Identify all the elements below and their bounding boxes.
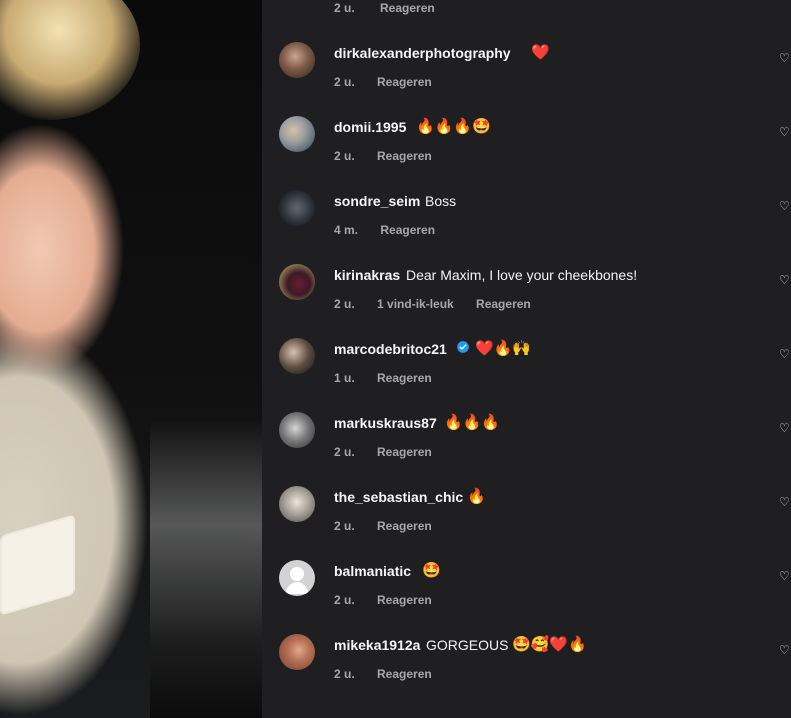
comment-reply[interactable]: Reageren — [377, 519, 432, 533]
comment-reply[interactable]: Reageren — [377, 593, 432, 607]
comment-username[interactable]: sondre_seim — [334, 193, 420, 209]
comment-username[interactable]: dirkalexanderphotography — [334, 45, 511, 61]
heart-outline-icon[interactable]: ♡ — [779, 126, 791, 138]
comment-reply[interactable]: Reageren — [377, 445, 432, 459]
comment-time: 1 u. — [334, 371, 355, 385]
comment-meta: 2 u. Reageren — [334, 593, 451, 607]
photo-background-boats — [150, 420, 262, 718]
comment-meta: 2 u. Reageren — [334, 519, 451, 533]
comment-emojis: ❤️🔥🙌 — [475, 340, 532, 357]
verified-badge-icon — [456, 340, 470, 357]
heart-outline-icon[interactable]: ♡ — [779, 496, 791, 508]
default-avatar-icon[interactable] — [279, 560, 315, 596]
heart-outline-icon[interactable]: ♡ — [779, 52, 791, 64]
comment-username[interactable]: balmaniatic — [334, 563, 411, 579]
comment-time: 2 u. — [334, 149, 355, 163]
comment-text: Boss — [425, 193, 457, 209]
comment-time: 2 u. — [334, 297, 355, 311]
comment-reply[interactable]: Reageren — [476, 297, 531, 311]
avatar[interactable] — [279, 42, 315, 78]
comment-username[interactable]: domii.1995 — [334, 119, 406, 135]
post-photo — [0, 0, 262, 718]
comment-username[interactable]: markuskraus87 — [334, 415, 437, 431]
comment-time: 2 u. — [334, 667, 355, 681]
avatar[interactable] — [279, 412, 315, 448]
comment-text: Dear Maxim, I love your cheekbones! — [406, 267, 638, 283]
comment-emojis: 🔥 — [467, 488, 486, 505]
avatar[interactable] — [279, 486, 315, 522]
avatar[interactable] — [279, 264, 315, 300]
comment-likes[interactable]: 1 vind-ik-leuk — [377, 297, 454, 311]
photo-pocket-square — [0, 514, 75, 616]
previous-comment-reply[interactable]: Reageren — [380, 1, 435, 15]
comment-reply[interactable]: Reageren — [380, 223, 435, 237]
comment-reply[interactable]: Reageren — [377, 667, 432, 681]
comment-meta: 2 u. Reageren — [334, 75, 451, 89]
heart-outline-icon[interactable]: ♡ — [779, 422, 791, 434]
comment-meta: 2 u. 1 vind-ik-leuk Reageren — [334, 297, 550, 311]
comment-meta: 1 u. Reageren — [334, 371, 451, 385]
comment-reply[interactable]: Reageren — [377, 371, 432, 385]
comment-meta: 2 u. Reageren — [334, 445, 451, 459]
heart-outline-icon[interactable]: ♡ — [779, 644, 791, 656]
comment-username[interactable]: marcodebritoc21 — [334, 341, 447, 357]
comment-username[interactable]: mikeka1912a — [334, 637, 420, 653]
avatar[interactable] — [279, 116, 315, 152]
comment-emojis: 🔥🔥🔥 — [444, 414, 501, 431]
comment-time: 2 u. — [334, 75, 355, 89]
comment-emojis: 🤩 — [422, 562, 441, 579]
comment-time: 4 m. — [334, 223, 359, 237]
comment-username[interactable]: the_sebastian_chic — [334, 489, 463, 505]
comment-emojis: 🔥🔥🔥🤩 — [416, 118, 491, 135]
comments-panel: 2 u. Reageren dirkalexanderphotography ❤… — [262, 0, 791, 718]
comment-meta: 4 m. Reageren — [334, 223, 454, 237]
avatar[interactable] — [279, 190, 315, 226]
comment-time: 2 u. — [334, 593, 355, 607]
photo-hair — [0, 0, 140, 120]
heart-outline-icon[interactable]: ♡ — [779, 274, 791, 286]
comment-text: GORGEOUS — [426, 637, 509, 653]
previous-comment-time: 2 u. — [334, 1, 355, 15]
heart-outline-icon[interactable]: ♡ — [779, 570, 791, 582]
comment-time: 2 u. — [334, 519, 355, 533]
comment-emojis: 🤩🥰❤️🔥 — [512, 636, 587, 653]
heart-outline-icon[interactable]: ♡ — [779, 348, 791, 360]
comment-time: 2 u. — [334, 445, 355, 459]
comment-emojis: ❤️ — [531, 44, 550, 61]
comment-reply[interactable]: Reageren — [377, 149, 432, 163]
comment-meta: 2 u. Reageren — [334, 149, 451, 163]
comment-reply[interactable]: Reageren — [377, 75, 432, 89]
avatar[interactable] — [279, 338, 315, 374]
previous-comment-meta: 2 u. Reageren — [334, 1, 457, 15]
avatar[interactable] — [279, 634, 315, 670]
comment-username[interactable]: kirinakras — [334, 267, 400, 283]
heart-outline-icon[interactable]: ♡ — [779, 200, 791, 212]
comment-meta: 2 u. Reageren — [334, 667, 451, 681]
